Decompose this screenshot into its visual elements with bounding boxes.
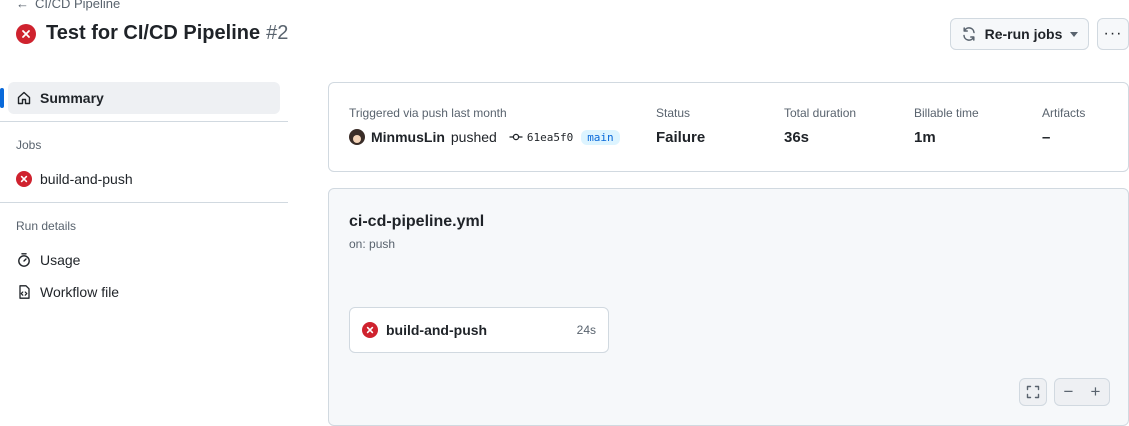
job-name: build-and-push (386, 322, 488, 338)
back-link-label: CI/CD Pipeline (35, 0, 121, 11)
run-number: #2 (266, 22, 289, 44)
kebab-horizontal-icon: ··· (1103, 25, 1123, 42)
zoom-in-button[interactable]: + (1082, 379, 1109, 405)
fullscreen-button[interactable] (1019, 378, 1047, 406)
arrow-left-icon: ← (16, 0, 29, 11)
sidebar-item-summary[interactable]: Summary (8, 82, 280, 114)
trigger-info: MinmusLin pushed 61ea5f0 main (349, 129, 620, 145)
home-icon (16, 90, 32, 106)
commit-sha: 61ea5f0 (526, 130, 574, 144)
sidebar-item-label: Workflow file (40, 284, 120, 300)
rerun-jobs-label: Re-run jobs (984, 26, 1063, 42)
billable-value: 1m (914, 129, 936, 146)
status-value: Failure (656, 129, 706, 146)
sidebar-item-label: build-and-push (40, 171, 133, 187)
sidebar-item-build-and-push[interactable]: build-and-push (16, 171, 133, 187)
x-circle-fill-icon (16, 23, 36, 44)
x-circle-fill-icon (362, 322, 378, 338)
file-code-icon (16, 284, 32, 300)
triangle-down-icon (1070, 31, 1079, 37)
job-node-build-and-push[interactable]: build-and-push 24s (349, 307, 609, 353)
zoom-out-button[interactable]: − (1055, 379, 1082, 405)
sidebar-item-workflow-file[interactable]: Workflow file (16, 284, 119, 300)
run-details-section-label: Run details (16, 219, 77, 233)
branch-label[interactable]: main (581, 129, 620, 145)
zoom-controls: − + (1054, 378, 1110, 406)
x-circle-fill-icon (16, 171, 32, 187)
rerun-jobs-button[interactable]: Re-run jobs (950, 18, 1089, 50)
duration-value[interactable]: 36s (784, 129, 809, 146)
status-label: Status (656, 106, 691, 120)
artifacts-value: – (1042, 129, 1051, 146)
page-title: Test for CI/CD Pipeline #2 (46, 22, 288, 45)
artifacts-label: Artifacts (1042, 106, 1086, 120)
job-duration: 24s (576, 323, 596, 337)
stopwatch-icon (16, 252, 32, 268)
run-title: Test for CI/CD Pipeline (46, 22, 261, 44)
back-to-workflow-link[interactable]: ← CI/CD Pipeline (16, 0, 120, 11)
workflow-trigger: on: push (349, 237, 396, 251)
avatar[interactable] (349, 129, 365, 145)
triggered-label: Triggered via push last month (349, 106, 507, 120)
sidebar-item-usage[interactable]: Usage (16, 252, 80, 268)
workflow-graph: ci-cd-pipeline.yml on: push build-and-pu… (328, 188, 1129, 426)
actor-link[interactable]: MinmusLin (371, 129, 445, 145)
sidebar-divider (0, 121, 288, 122)
sidebar-item-label: Usage (40, 252, 81, 268)
more-options-button[interactable]: ··· (1097, 18, 1129, 50)
run-title-row: Test for CI/CD Pipeline #2 (16, 22, 288, 45)
billable-label: Billable time (914, 106, 979, 120)
sidebar-divider (0, 202, 288, 203)
run-summary-card: Triggered via push last month MinmusLin … (328, 82, 1129, 172)
action-text: pushed (450, 129, 497, 145)
git-commit-icon (509, 132, 523, 142)
active-indicator (0, 88, 4, 108)
jobs-section-label: Jobs (16, 138, 42, 152)
sync-icon (961, 26, 977, 42)
workflow-file-name[interactable]: ci-cd-pipeline.yml (349, 213, 484, 231)
sidebar-item-label: Summary (40, 90, 104, 106)
screen-full-icon (1026, 385, 1040, 399)
duration-label: Total duration (784, 106, 857, 120)
commit-link[interactable]: 61ea5f0 (509, 131, 573, 144)
